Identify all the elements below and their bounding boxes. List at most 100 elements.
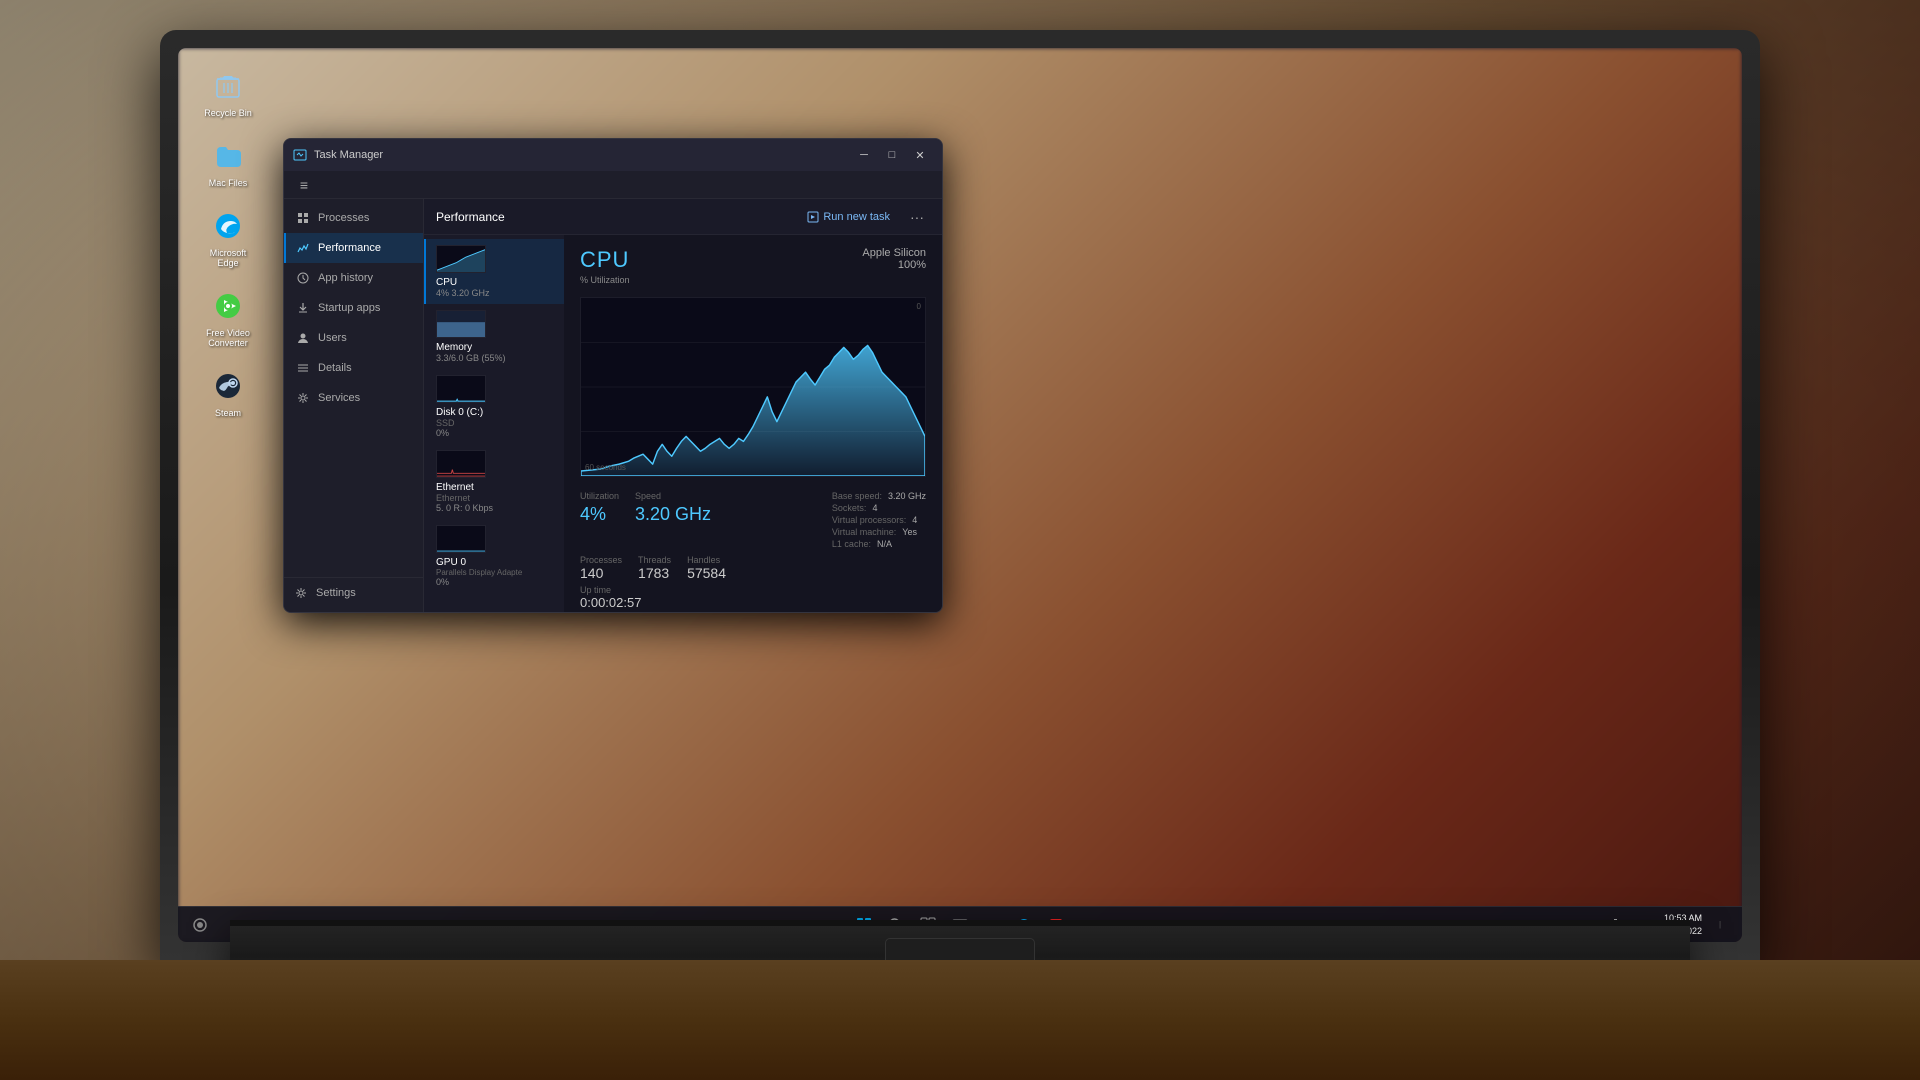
nav-settings[interactable]: Settings <box>284 577 423 608</box>
vproc-value: 4 <box>912 515 917 525</box>
perf-sidebar: CPU 4% 3.20 GHz <box>424 235 564 612</box>
edge-label: Microsoft Edge <box>198 248 258 268</box>
laptop-hinge <box>230 920 1690 926</box>
sockets-row: Sockets: 4 <box>832 503 926 513</box>
menu-bar: ≡ <box>284 171 942 199</box>
laptop-screen: Recycle Bin Mac Files <box>178 48 1742 942</box>
gpu-item-name: GPU 0 <box>436 557 554 568</box>
utilization-value: 4% <box>580 505 619 523</box>
memory-mini-chart <box>436 310 486 338</box>
window-controls: ─ □ ✕ <box>850 141 934 169</box>
performance-icon <box>296 241 310 255</box>
run-new-task-button[interactable]: Run new task <box>801 208 896 226</box>
nav-items: Processes Performance <box>284 203 423 577</box>
stat-right-details: Base speed: 3.20 GHz Sockets: 4 Virtual … <box>832 491 926 549</box>
nav-details[interactable]: Details <box>284 353 423 383</box>
more-options-button[interactable]: ··· <box>904 207 930 227</box>
vmachine-label: Virtual machine: <box>832 527 896 537</box>
l1cache-value: N/A <box>877 539 892 549</box>
utilization-label: Utilization <box>580 491 619 501</box>
cpu-item-value: 4% 3.20 GHz <box>436 288 554 298</box>
l1cache-row: L1 cache: N/A <box>832 539 926 549</box>
speed-value: 3.20 GHz <box>635 505 711 523</box>
desktop-icon-video-converter[interactable]: Free Video Converter <box>198 288 258 348</box>
nav-app-history[interactable]: App history <box>284 263 423 293</box>
sockets-label: Sockets: <box>832 503 867 513</box>
nav-services[interactable]: Services <box>284 383 423 413</box>
show-desktop-button[interactable]: | <box>1706 911 1734 939</box>
tm-title: Task Manager <box>314 149 850 161</box>
recycle-bin-label: Recycle Bin <box>204 108 252 118</box>
steam-label: Steam <box>215 408 241 418</box>
tm-sidebar: Processes Performance <box>284 199 424 612</box>
uptime-section: Up time 0:00:02:57 <box>580 585 926 610</box>
run-task-icon <box>807 211 819 223</box>
chart-time-label: 60 seconds <box>585 463 626 472</box>
mac-files-label: Mac Files <box>209 178 248 188</box>
cpu-utilization-header: 100% <box>862 259 926 271</box>
nav-users[interactable]: Users <box>284 323 423 353</box>
performance-toolbar: Performance Run new task ··· <box>424 199 942 235</box>
laptop-body: Recycle Bin Mac Files <box>160 30 1760 960</box>
threads-label: Threads <box>638 555 671 565</box>
l1cache-label: L1 cache: <box>832 539 871 549</box>
uptime-value: 0:00:02:57 <box>580 595 926 610</box>
hamburger-menu[interactable]: ≡ <box>292 173 316 197</box>
cortana-button[interactable] <box>186 911 214 939</box>
disk-item-name: Disk 0 (C:) <box>436 407 554 418</box>
cpu-title-group: CPU % Utilization <box>580 247 630 285</box>
disk-item-pct: 0% <box>436 428 554 438</box>
task-manager-window: Task Manager ─ □ ✕ ≡ <box>283 138 943 613</box>
app-history-icon <box>296 271 310 285</box>
sockets-value: 4 <box>872 503 877 513</box>
perf-cpu-item[interactable]: CPU 4% 3.20 GHz <box>424 239 564 304</box>
cpu-brand: Apple Silicon <box>862 247 926 259</box>
nav-startup[interactable]: Startup apps <box>284 293 423 323</box>
desktop-icon-steam[interactable]: Steam <box>198 368 258 418</box>
gpu-mini-chart <box>436 525 486 553</box>
threads-value: 1783 <box>638 565 671 581</box>
speed-label: Speed <box>635 491 711 501</box>
cpu-subtitle: % Utilization <box>580 275 630 285</box>
tm-main-area: Performance Run new task ··· <box>424 199 942 612</box>
ethernet-mini-chart <box>436 450 486 478</box>
steam-icon <box>210 368 246 404</box>
processes-value: 140 <box>580 565 622 581</box>
details-icon <box>296 361 310 375</box>
toolbar-actions: Run new task ··· <box>801 207 930 227</box>
perf-ethernet-item[interactable]: Ethernet Ethernet 5. 0 R: 0 Kbps <box>424 444 564 519</box>
minimize-button[interactable]: ─ <box>850 141 878 169</box>
video-converter-label: Free Video Converter <box>198 328 258 348</box>
toolbar-title: Performance <box>436 210 801 224</box>
memory-item-name: Memory <box>436 342 554 353</box>
nav-processes[interactable]: Processes <box>284 203 423 233</box>
desktop-icon-recycle-bin[interactable]: Recycle Bin <box>198 68 258 118</box>
base-speed-value: 3.20 GHz <box>888 491 926 501</box>
stat-utilization: Utilization 4% <box>580 491 619 549</box>
nav-performance[interactable]: Performance <box>284 233 423 263</box>
base-speed-label: Base speed: <box>832 491 882 501</box>
desk-surface <box>0 960 1920 1080</box>
perf-memory-item[interactable]: Memory 3.3/6.0 GB (55%) <box>424 304 564 369</box>
memory-item-value: 3.3/6.0 GB (55%) <box>436 353 554 363</box>
cpu-item-name: CPU <box>436 277 554 288</box>
disk-item-sub: SSD <box>436 418 554 428</box>
ethernet-item-speed: 5. 0 R: 0 Kbps <box>436 503 554 513</box>
maximize-button[interactable]: □ <box>878 141 906 169</box>
vproc-row: Virtual processors: 4 <box>832 515 926 525</box>
handles-value: 57584 <box>687 565 726 581</box>
disk-mini-chart <box>436 375 486 403</box>
titlebar: Task Manager ─ □ ✕ <box>284 139 942 171</box>
desktop-icon-mac-files[interactable]: Mac Files <box>198 138 258 188</box>
taskbar-left <box>186 911 214 939</box>
startup-icon <box>296 301 310 315</box>
vproc-label: Virtual processors: <box>832 515 906 525</box>
processes-label: Processes <box>580 555 622 565</box>
perf-disk-item[interactable]: Disk 0 (C:) SSD 0% <box>424 369 564 444</box>
cpu-header: CPU % Utilization Apple Silicon 100% <box>580 247 926 285</box>
stat-speed: Speed 3.20 GHz <box>635 491 711 549</box>
stat-threads: Threads 1783 <box>638 555 671 581</box>
desktop-icon-edge[interactable]: Microsoft Edge <box>198 208 258 268</box>
close-button[interactable]: ✕ <box>906 141 934 169</box>
perf-gpu-item[interactable]: GPU 0 Parallels Display Adapte 0% <box>424 519 564 593</box>
